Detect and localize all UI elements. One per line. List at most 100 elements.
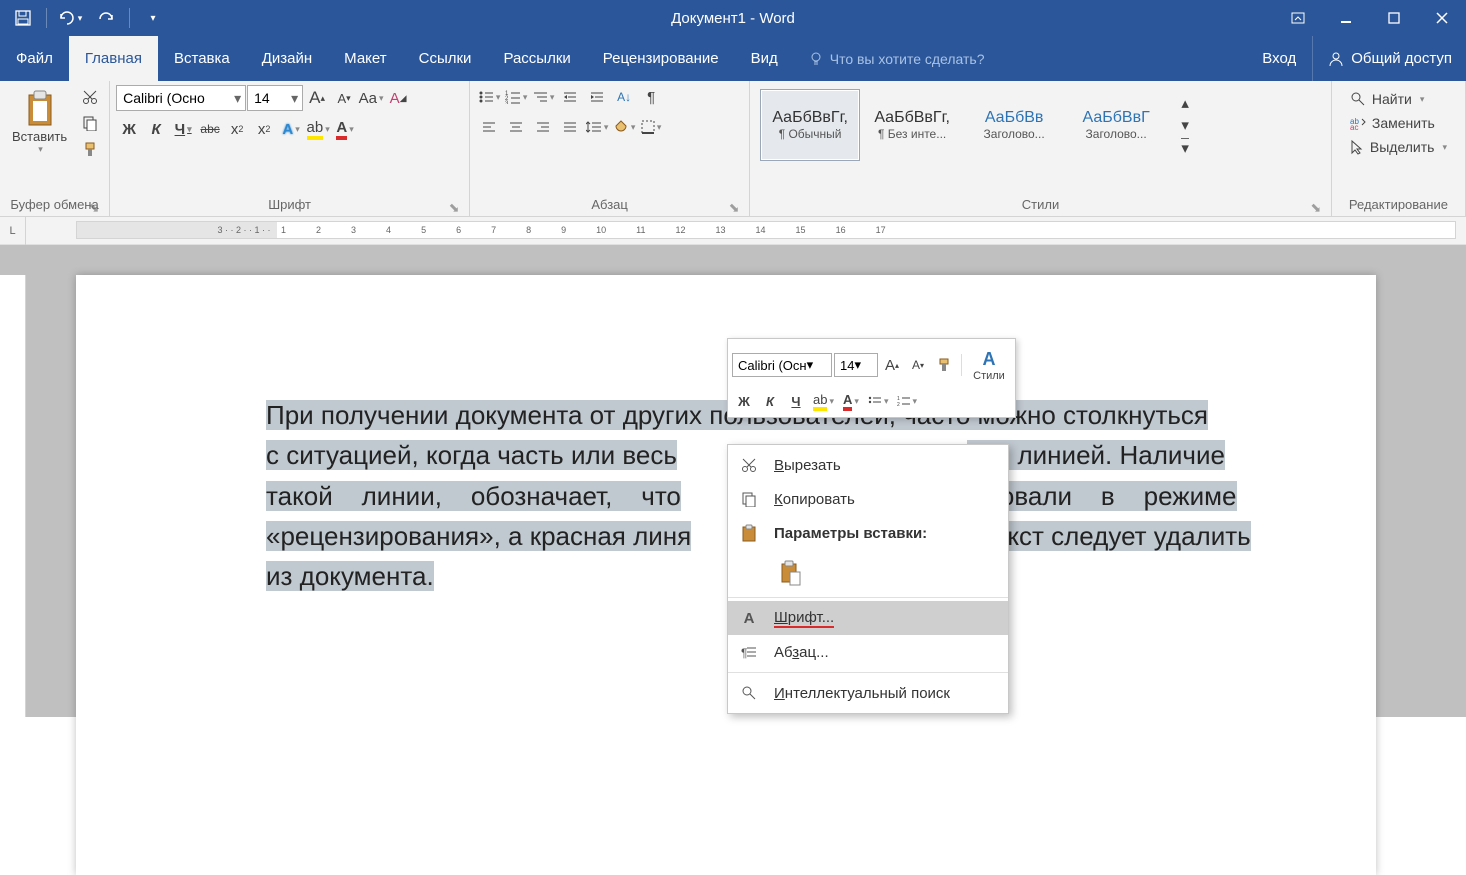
paragraph-group-label: Абзац bbox=[591, 197, 627, 212]
borders-button[interactable]: ▾ bbox=[638, 115, 664, 139]
increase-indent-button[interactable] bbox=[584, 85, 610, 109]
undo-button[interactable]: ▾ bbox=[53, 3, 87, 33]
tab-view[interactable]: Вид bbox=[735, 36, 794, 81]
svg-text:¶: ¶ bbox=[741, 646, 747, 659]
styles-more[interactable]: ▾ bbox=[1172, 137, 1198, 157]
tab-design[interactable]: Дизайн bbox=[246, 36, 328, 81]
clipboard-group-label: Буфер обмена bbox=[10, 197, 98, 212]
tab-selector[interactable]: L bbox=[0, 217, 26, 245]
group-font: Calibri (Осно▾ 14▾ A▴ A▾ Aa▾ A◢ Ж К Ч▾ a… bbox=[110, 81, 470, 216]
cm-paste-header: Параметры вставки: bbox=[728, 516, 1008, 550]
style-no-spacing[interactable]: АаБбВвГг,¶ Без инте... bbox=[862, 89, 962, 161]
cm-smart-lookup[interactable]: Интеллектуальный поиск bbox=[728, 676, 1008, 710]
styles-launcher[interactable]: ⬊ bbox=[1309, 200, 1323, 214]
mini-grow-font[interactable]: A▴ bbox=[880, 353, 904, 377]
mini-italic[interactable]: К bbox=[758, 389, 782, 413]
format-painter-button[interactable] bbox=[77, 137, 103, 161]
shrink-font-button[interactable]: A▾ bbox=[331, 86, 357, 110]
vertical-ruler[interactable] bbox=[0, 275, 26, 717]
style-normal[interactable]: АаБбВвГг,¶ Обычный bbox=[760, 89, 860, 161]
share-button[interactable]: Общий доступ bbox=[1312, 36, 1466, 81]
shading-button[interactable]: ▾ bbox=[611, 115, 637, 139]
grow-font-button[interactable]: A▴ bbox=[304, 86, 330, 110]
mini-bold[interactable]: Ж bbox=[732, 389, 756, 413]
align-center-button[interactable] bbox=[503, 115, 529, 139]
numbering-button[interactable]: 123▾ bbox=[503, 85, 529, 109]
mini-format-painter[interactable] bbox=[932, 353, 956, 377]
align-right-button[interactable] bbox=[530, 115, 556, 139]
font-name-combo[interactable]: Calibri (Осно▾ bbox=[116, 85, 246, 111]
redo-button[interactable] bbox=[89, 3, 123, 33]
mini-size-combo[interactable]: 14▾ bbox=[834, 353, 878, 377]
style-heading2[interactable]: АаБбВвГЗаголово... bbox=[1066, 89, 1166, 161]
horizontal-ruler[interactable]: 3 · · 2 · · 1 · · 1234567891011121314151… bbox=[76, 221, 1456, 239]
font-launcher[interactable]: ⬊ bbox=[447, 200, 461, 214]
decrease-indent-button[interactable] bbox=[557, 85, 583, 109]
change-case-button[interactable]: Aa▾ bbox=[358, 86, 384, 110]
paste-button[interactable]: Вставить ▾ bbox=[6, 85, 73, 159]
styles-scroll-up[interactable]: ▴ bbox=[1172, 93, 1198, 113]
select-button[interactable]: Выделить▾ bbox=[1346, 137, 1451, 157]
styles-scroll-down[interactable]: ▾ bbox=[1172, 115, 1198, 135]
cm-paragraph[interactable]: ¶ Абзац... bbox=[728, 635, 1008, 669]
justify-button[interactable] bbox=[557, 115, 583, 139]
mini-styles-button[interactable]: AСтили bbox=[967, 343, 1011, 387]
multilevel-button[interactable]: ▾ bbox=[530, 85, 556, 109]
find-button[interactable]: Найти▾ bbox=[1346, 89, 1451, 109]
paragraph-launcher[interactable]: ⬊ bbox=[727, 200, 741, 214]
replace-button[interactable]: abacЗаменить bbox=[1346, 113, 1451, 133]
brush-icon bbox=[937, 358, 951, 372]
tab-insert[interactable]: Вставка bbox=[158, 36, 246, 81]
mini-numbering[interactable]: 12▾ bbox=[894, 389, 921, 413]
sign-in-button[interactable]: Вход bbox=[1246, 50, 1312, 67]
mini-font-combo[interactable]: Calibri (Осн▾ bbox=[732, 353, 832, 377]
ribbon-display-button[interactable] bbox=[1274, 0, 1322, 36]
sort-button[interactable]: А↓ bbox=[611, 85, 637, 109]
tab-mailings[interactable]: Рассылки bbox=[487, 36, 586, 81]
bold-button[interactable]: Ж bbox=[116, 117, 142, 141]
styles-group-label: Стили bbox=[1022, 197, 1059, 212]
tab-review[interactable]: Рецензирование bbox=[587, 36, 735, 81]
underline-button[interactable]: Ч▾ bbox=[170, 117, 196, 141]
tab-layout[interactable]: Макет bbox=[328, 36, 402, 81]
superscript-button[interactable]: x2 bbox=[251, 117, 277, 141]
cm-paste-keep-source[interactable] bbox=[774, 556, 808, 590]
text-effects-button[interactable]: A▾ bbox=[278, 117, 304, 141]
tab-home[interactable]: Главная bbox=[69, 36, 158, 81]
align-left-button[interactable] bbox=[476, 115, 502, 139]
maximize-button[interactable] bbox=[1370, 0, 1418, 36]
highlight-button[interactable]: ab▾ bbox=[305, 117, 331, 141]
cm-cut[interactable]: ВВырезатьырезать bbox=[728, 448, 1008, 482]
mini-highlight[interactable]: ab▾ bbox=[810, 389, 837, 413]
minimize-button[interactable] bbox=[1322, 0, 1370, 36]
font-color-button[interactable]: A▾ bbox=[332, 117, 358, 141]
tab-file[interactable]: Файл bbox=[0, 36, 69, 81]
italic-button[interactable]: К bbox=[143, 117, 169, 141]
mini-bullets[interactable]: ▾ bbox=[865, 389, 892, 413]
cm-font[interactable]: A Шрифт... bbox=[728, 601, 1008, 635]
ruler-bar: L 3 · · 2 · · 1 · · 12345678910111213141… bbox=[0, 217, 1466, 245]
clipboard-launcher[interactable]: ⬊ bbox=[87, 200, 101, 214]
tell-me-search[interactable]: Что вы хотите сделать? bbox=[808, 51, 985, 67]
group-clipboard: Вставить ▾ Буфер обмена⬊ bbox=[0, 81, 110, 216]
page[interactable]: При получении документа от других пользо… bbox=[76, 275, 1376, 875]
cut-button[interactable] bbox=[77, 85, 103, 109]
mini-shrink-font[interactable]: A▾ bbox=[906, 353, 930, 377]
copy-button[interactable] bbox=[77, 111, 103, 135]
clear-formatting-button[interactable]: A◢ bbox=[385, 86, 411, 110]
close-button[interactable] bbox=[1418, 0, 1466, 36]
show-marks-button[interactable]: ¶ bbox=[638, 85, 664, 109]
tab-references[interactable]: Ссылки bbox=[403, 36, 488, 81]
subscript-button[interactable]: x2 bbox=[224, 117, 250, 141]
bullets-button[interactable]: ▾ bbox=[476, 85, 502, 109]
strikethrough-button[interactable]: abc bbox=[197, 117, 223, 141]
line-spacing-button[interactable]: ▾ bbox=[584, 115, 610, 139]
save-button[interactable] bbox=[6, 3, 40, 33]
mini-underline[interactable]: Ч bbox=[784, 389, 808, 413]
mini-font-color[interactable]: A▾ bbox=[839, 389, 863, 413]
qat-customize-button[interactable]: ▾ bbox=[136, 3, 170, 33]
cm-copy[interactable]: Копировать bbox=[728, 482, 1008, 516]
style-heading1[interactable]: АаБбВвЗаголово... bbox=[964, 89, 1064, 161]
font-size-combo[interactable]: 14▾ bbox=[247, 85, 303, 111]
styles-gallery[interactable]: АаБбВвГг,¶ Обычный АаБбВвГг,¶ Без инте..… bbox=[756, 85, 1202, 165]
